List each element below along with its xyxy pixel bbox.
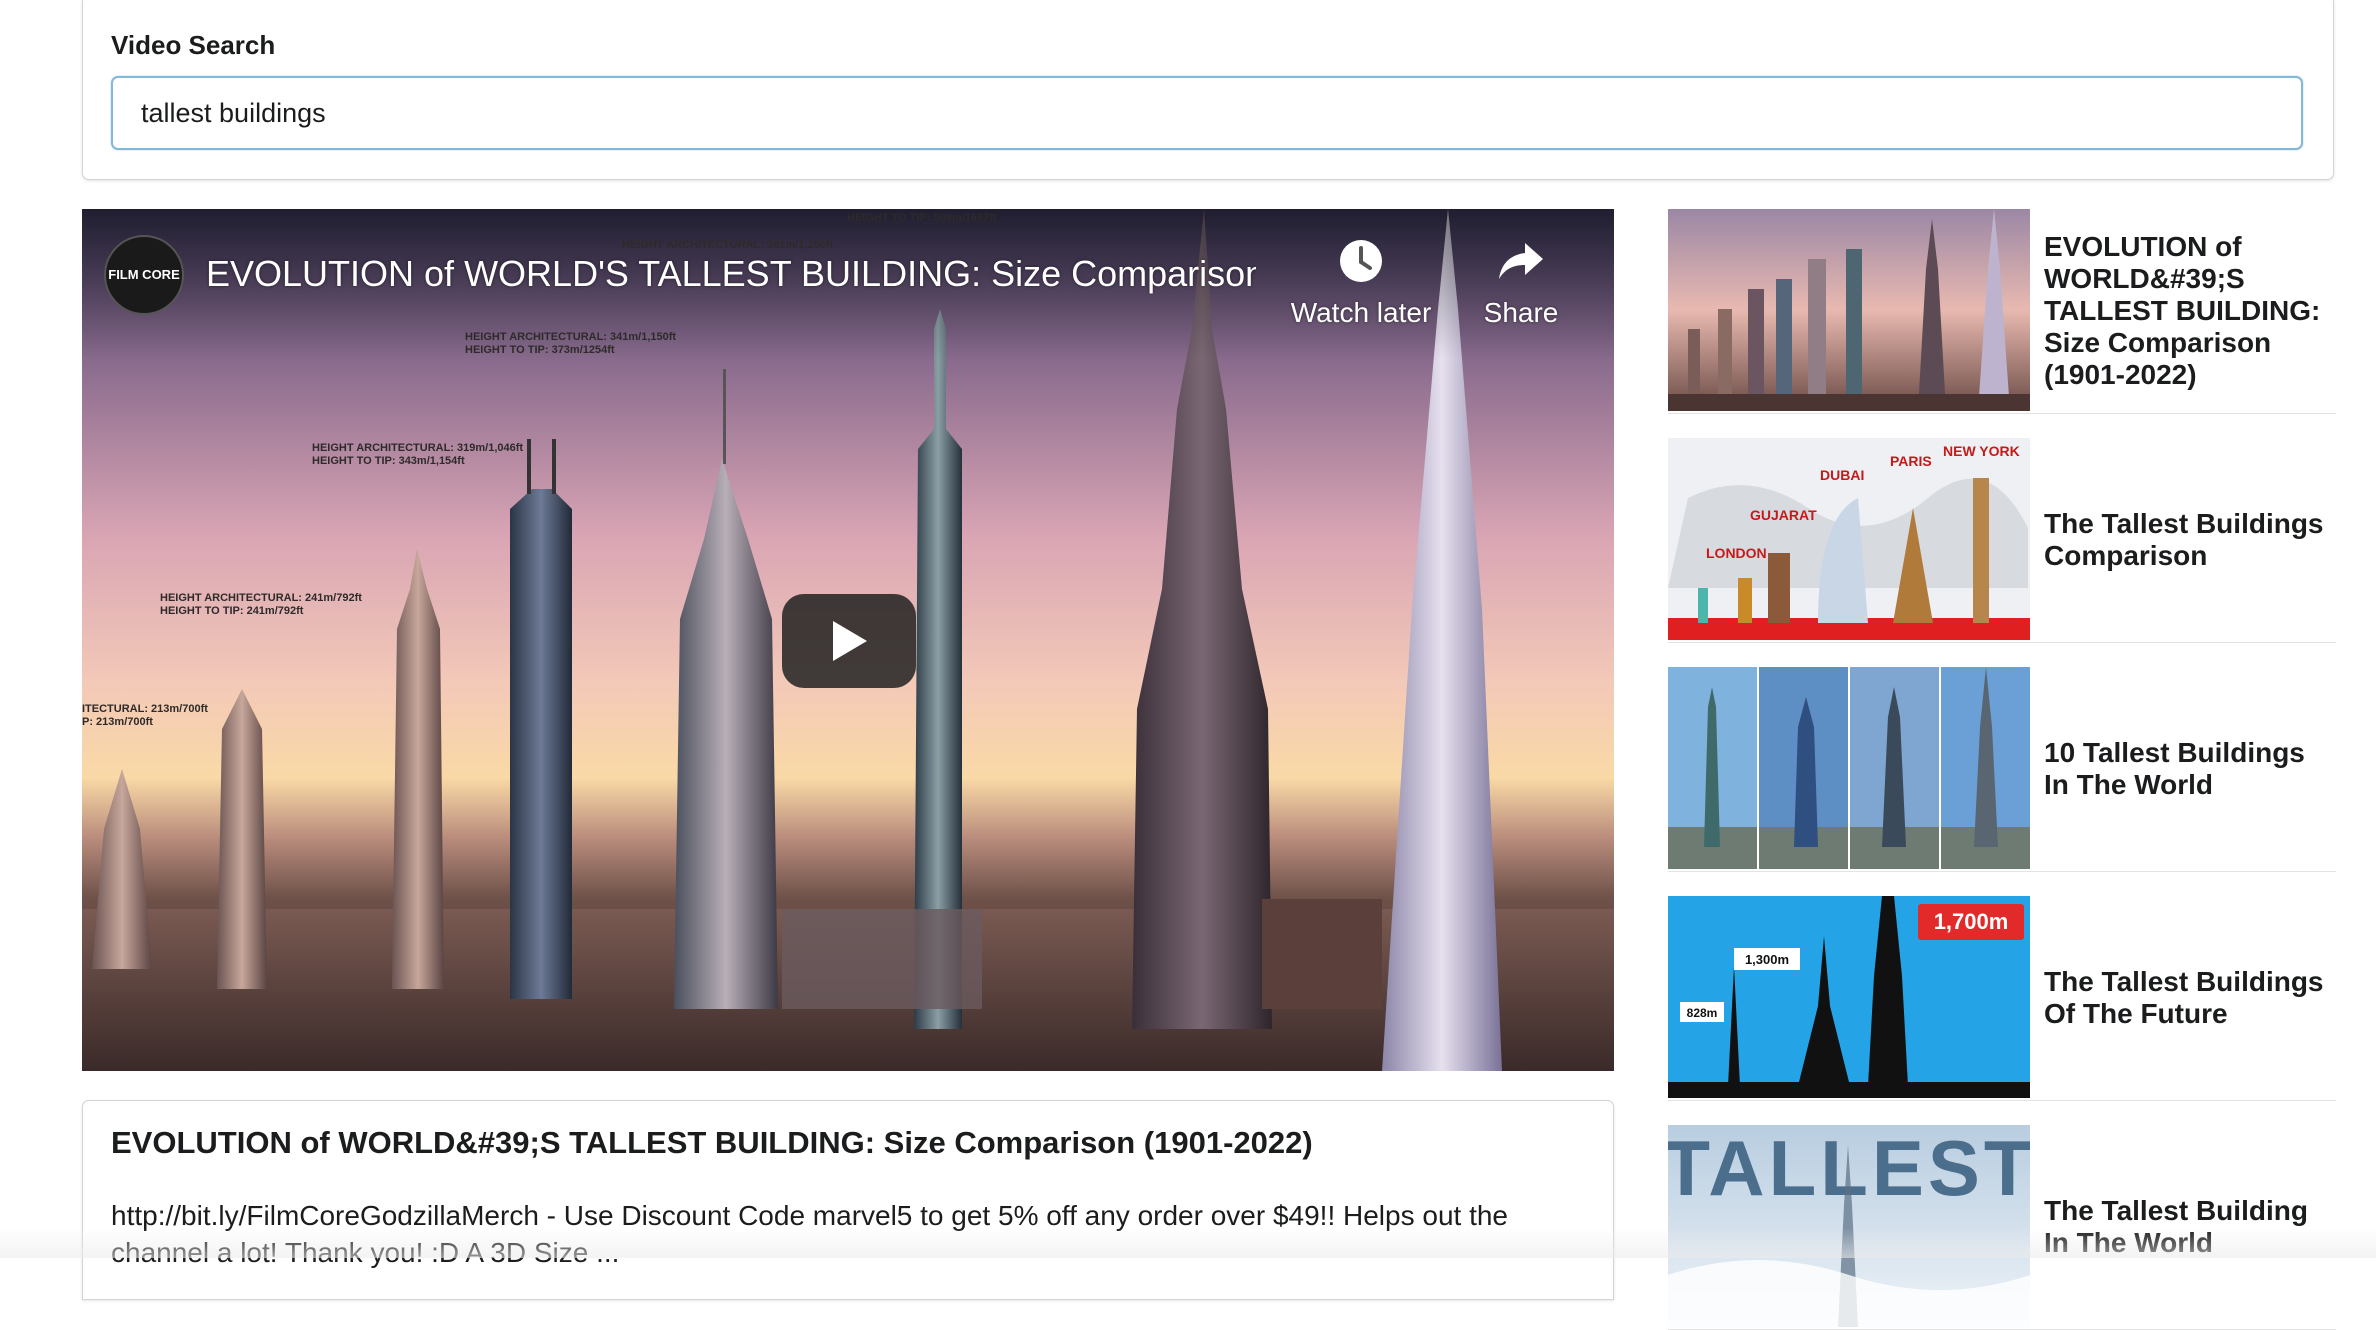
- play-button[interactable]: [782, 594, 916, 688]
- watch-later-label: Watch later: [1290, 297, 1432, 328]
- video-list-item[interactable]: 10 Tallest Buildings In The World: [1668, 667, 2336, 872]
- thumb-label: 828m: [1687, 1006, 1718, 1020]
- thumb-label: DUBAI: [1820, 467, 1864, 483]
- height-annotation: HEIGHT ARCHITECTURAL: 319m/1,046ft HEIGH…: [312, 442, 524, 467]
- height-annotation: HEIGHT ARCHITECTURAL: 341m/1,150ft HEIGH…: [465, 331, 677, 356]
- video-thumbnail: TALLEST: [1668, 1125, 2030, 1327]
- video-player[interactable]: HEIGHT TO TIP: 508m/1667ft HEIGHT ARCHIT…: [82, 209, 1614, 1071]
- thumb-label: 1,700m: [1934, 909, 2009, 934]
- thumb-label: PARIS: [1890, 453, 1932, 469]
- video-search-form: Video Search: [82, 0, 2334, 180]
- thumb-label: GUJARAT: [1750, 507, 1817, 523]
- video-thumbnail: [1668, 209, 2030, 411]
- height-annotation: HEIGHT ARCHITECTURAL: 241m/792ft HEIGHT …: [160, 592, 362, 617]
- watch-later-button[interactable]: Watch later: [1286, 231, 1436, 329]
- video-list-item[interactable]: EVOLUTION of WORLD&#39;S TALLEST BUILDIN…: [1668, 209, 2336, 414]
- video-details: EVOLUTION of WORLD&#39;S TALLEST BUILDIN…: [82, 1100, 1614, 1300]
- search-label: Video Search: [111, 30, 276, 60]
- clock-icon: [1340, 240, 1382, 282]
- height-annotation: HEIGHT ARCHITECTURAL: 381m/1,250ft: [622, 239, 834, 251]
- player-video-title[interactable]: EVOLUTION of WORLD'S TALLEST BUILDING: S…: [206, 253, 1256, 295]
- video-list-item[interactable]: NEW YORK PARIS DUBAI GUJARAT LONDON The …: [1668, 438, 2336, 643]
- channel-avatar[interactable]: FILM CORE: [104, 235, 184, 315]
- video-thumbnail: 1,700m 1,300m 828m: [1668, 896, 2030, 1098]
- video-list-title: The Tallest Building In The World: [2044, 1195, 2308, 1258]
- video-list-title: The Tallest Buildings Comparison: [2044, 508, 2324, 571]
- height-annotation: HEIGHT TO TIP: 508m/1667ft: [847, 212, 997, 224]
- channel-avatar-text: FILM CORE: [108, 267, 180, 282]
- thumb-label: LONDON: [1706, 545, 1767, 561]
- share-arrow-icon: [1499, 243, 1543, 279]
- thumb-label: NEW YORK: [1943, 443, 2020, 459]
- video-detail-title: EVOLUTION of WORLD&#39;S TALLEST BUILDIN…: [111, 1125, 1313, 1160]
- video-detail-description: http://bit.ly/FilmCoreGodzillaMerch - Us…: [111, 1200, 1509, 1268]
- share-button[interactable]: Share: [1446, 231, 1596, 329]
- search-input[interactable]: [111, 76, 2303, 150]
- video-list-item[interactable]: 1,700m 1,300m 828m The Tallest Buildings…: [1668, 896, 2336, 1101]
- share-label: Share: [1483, 297, 1559, 328]
- video-thumbnail: [1668, 667, 2030, 869]
- video-thumbnail: NEW YORK PARIS DUBAI GUJARAT LONDON: [1668, 438, 2030, 640]
- video-list-title: The Tallest Buildings Of The Future: [2044, 966, 2324, 1029]
- thumb-label: 1,300m: [1745, 952, 1789, 967]
- video-list-item[interactable]: TALLEST The Tallest Building In The Worl…: [1668, 1125, 2336, 1330]
- play-icon: [833, 621, 867, 661]
- height-annotation: ITECTURAL: 213m/700ft P: 213m/700ft: [82, 703, 208, 728]
- video-list-title: EVOLUTION of WORLD&#39;S TALLEST BUILDIN…: [2044, 231, 2321, 390]
- video-list-title: 10 Tallest Buildings In The World: [2044, 737, 2305, 800]
